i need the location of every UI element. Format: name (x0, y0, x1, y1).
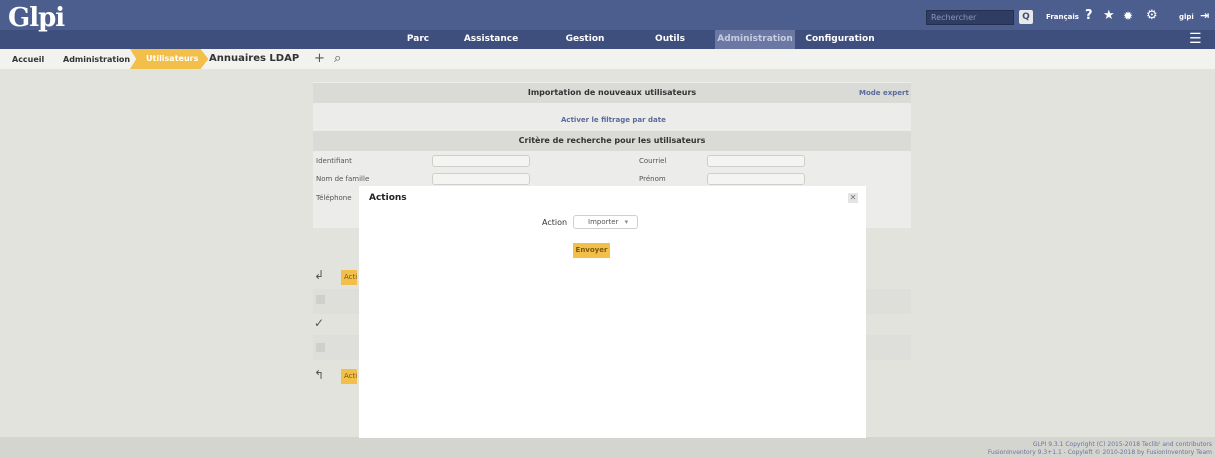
courriel-field[interactable] (707, 155, 805, 167)
star-icon[interactable]: ★ (1103, 9, 1115, 23)
actions-button-top[interactable]: Acti (341, 270, 357, 285)
action-label: Action (542, 218, 568, 227)
date-filter-link[interactable]: Activer le filtrage par date (561, 116, 666, 124)
telephone-label: Téléphone (316, 194, 352, 202)
prenom-label: Prénom (639, 175, 666, 183)
menu-administration[interactable]: Administration (715, 30, 795, 49)
hamburger-menu-icon[interactable]: ☰ (1189, 32, 1202, 46)
breadcrumb-accueil[interactable]: Accueil (12, 55, 44, 64)
close-icon[interactable]: ✕ (848, 193, 858, 203)
nom-label: Nom de famille (316, 175, 370, 183)
gear-icon[interactable]: ⚙ (1146, 9, 1158, 23)
bug-icon[interactable]: ✹ (1123, 9, 1133, 23)
footer-fusion[interactable]: FusionInventory 9.3+1.1 - Copyleft © 201… (988, 449, 1212, 456)
courriel-label: Courriel (639, 157, 667, 165)
logout-icon[interactable]: ⇥ (1200, 9, 1209, 23)
add-icon[interactable]: + (314, 51, 325, 66)
nom-field[interactable] (432, 173, 530, 185)
submit-button[interactable]: Envoyer (573, 243, 610, 258)
breadcrumb-administration[interactable]: Administration (63, 55, 130, 64)
prenom-field[interactable] (707, 173, 805, 185)
identifiant-field[interactable] (432, 155, 530, 167)
menu-assistance[interactable]: Assistance (455, 30, 527, 49)
mode-expert-link[interactable]: Mode expert (859, 89, 909, 97)
row-checkbox[interactable] (316, 295, 325, 304)
checkmark-icon[interactable]: ✓ (314, 316, 324, 330)
action-select[interactable]: Importer ▾ (573, 215, 638, 229)
chevron-down-icon: ▾ (624, 218, 629, 226)
user-name[interactable]: glpi (1179, 13, 1194, 21)
menu-configuration[interactable]: Configuration (805, 30, 875, 49)
search-input[interactable]: Rechercher (926, 10, 1014, 25)
arrow-up-icon: ↰ (314, 368, 325, 382)
glpi-logo[interactable]: Glpi (8, 3, 65, 33)
help-icon[interactable]: ? (1085, 9, 1093, 23)
search-button[interactable]: Q (1019, 10, 1033, 24)
action-select-value: Importer (588, 218, 619, 226)
menu-gestion[interactable]: Gestion (561, 30, 609, 49)
breadcrumb-utilisateurs[interactable]: Utilisateurs (130, 49, 209, 69)
menu-outils[interactable]: Outils (650, 30, 690, 49)
page-title[interactable]: Annuaires LDAP (209, 53, 299, 64)
actions-button-bottom[interactable]: Acti (341, 369, 357, 384)
menu-parc[interactable]: Parc (400, 30, 436, 49)
import-title: Importation de nouveaux utilisateurs (313, 83, 911, 103)
footer-copyright[interactable]: GLPI 9.3.1 Copyright (C) 2015-2018 Tecli… (1033, 441, 1212, 448)
identifiant-label: Identifiant (316, 157, 352, 165)
row-checkbox[interactable] (316, 343, 325, 352)
dialog-title: Actions (369, 193, 407, 203)
arrow-down-icon: ↲ (314, 268, 325, 282)
search-icon[interactable]: ⌕ (334, 51, 341, 66)
criteria-title: Critère de recherche pour les utilisateu… (313, 131, 911, 151)
language-selector[interactable]: Français (1046, 13, 1079, 21)
